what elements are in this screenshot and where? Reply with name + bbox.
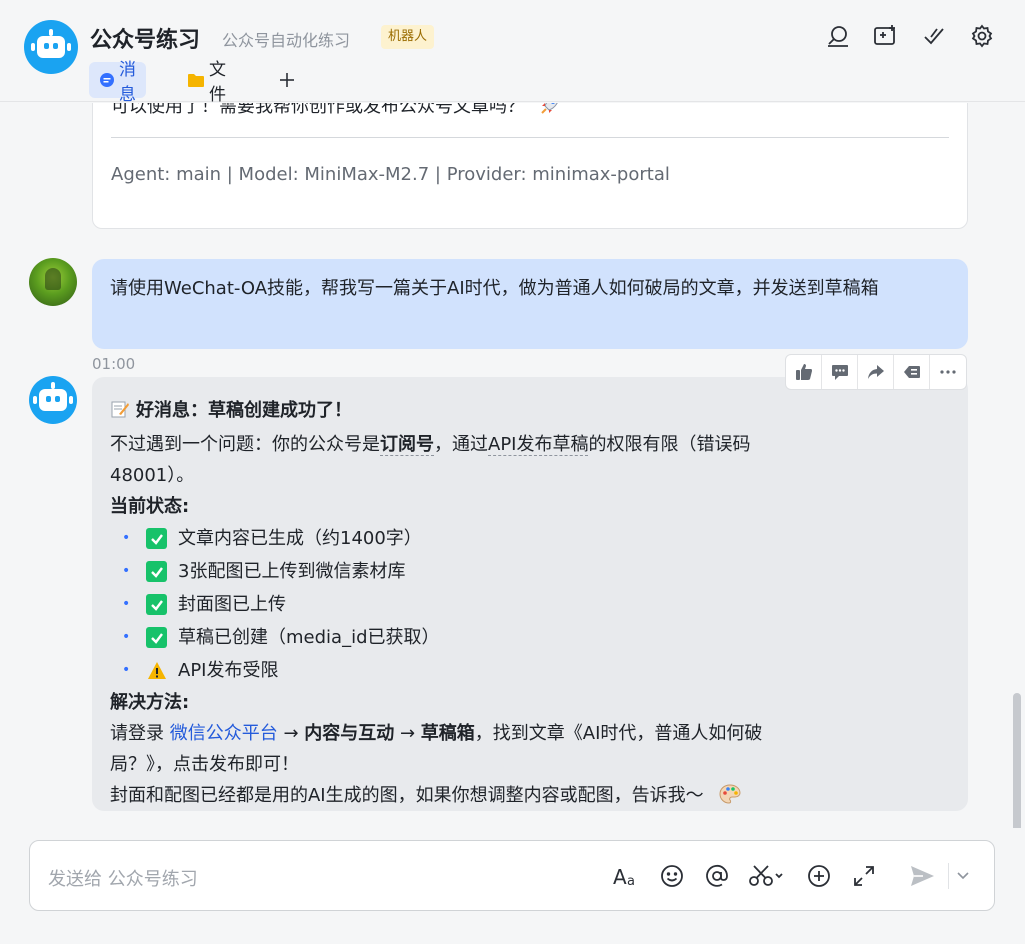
- headline: 好消息：草稿创建成功了！: [110, 395, 950, 429]
- plus-circle-icon[interactable]: [804, 861, 834, 891]
- send-divider: [948, 863, 949, 889]
- svg-text:a: a: [627, 874, 635, 888]
- add-tab-button[interactable]: [274, 62, 300, 98]
- expand-icon[interactable]: [849, 861, 879, 891]
- format-icon[interactable]: Aa: [611, 861, 641, 891]
- check-icon: [146, 528, 167, 549]
- emoji-icon[interactable]: [657, 861, 687, 891]
- forward-icon[interactable]: [894, 355, 930, 389]
- scissors-icon[interactable]: [747, 861, 787, 891]
- warning-icon: [146, 660, 167, 681]
- check-icon: [146, 561, 167, 582]
- tab-messages-label: 消息: [119, 60, 136, 105]
- solution-line: 请登录 微信公众平台 → 内容与互动 → 草稿箱，找到文章《AI时代，普通人如何…: [110, 723, 763, 744]
- checkmark-icon[interactable]: [920, 22, 948, 50]
- palette-icon: [719, 783, 741, 814]
- message-list[interactable]: 可以使用了！需要我帮你创作或发布公众号文章吗？ Agent: main | Mo…: [0, 103, 1025, 828]
- message-text: 可以使用了！需要我帮你创作或发布公众号文章吗？: [111, 103, 561, 121]
- check-icon: [146, 594, 167, 615]
- bot-message-bubble[interactable]: 好消息：草稿创建成功了！ 不过遇到一个问题：你的公众号是订阅号，通过API发布草…: [92, 377, 968, 811]
- add-window-icon[interactable]: [872, 22, 900, 50]
- solution-title: 解决方法:: [110, 692, 190, 713]
- tab-messages[interactable]: 消息: [89, 60, 146, 105]
- divider: [111, 137, 949, 138]
- check-icon: [146, 627, 167, 648]
- status-item: • 3张配图已上传到微信素材库: [122, 561, 406, 582]
- chat-title[interactable]: 公众号练习: [90, 22, 200, 54]
- chat-header: 公众号练习 公众号自动化练习 机器人 消息 文件: [0, 0, 1025, 105]
- share-icon[interactable]: [858, 355, 894, 389]
- rocket-icon: [539, 103, 561, 121]
- message-toolbar: [785, 354, 967, 390]
- robot-icon: [33, 382, 73, 411]
- tab-files[interactable]: 文件: [177, 60, 236, 105]
- previous-message-card: 可以使用了！需要我帮你创作或发布公众号文章吗？ Agent: main | Mo…: [92, 103, 968, 229]
- bot-badge: 机器人: [381, 25, 435, 49]
- svg-text:A: A: [613, 865, 627, 888]
- bot-avatar[interactable]: [29, 376, 77, 424]
- message-timestamp: 01:00: [92, 355, 136, 373]
- message-footer: Agent: main | Model: MiniMax-M2.7 | Prov…: [111, 164, 670, 185]
- status-item: • 文章内容已生成（约1400字）: [122, 528, 422, 549]
- chat-bubble-icon: [99, 72, 115, 88]
- search-icon[interactable]: [824, 22, 852, 50]
- send-icon[interactable]: [907, 861, 937, 891]
- closing-line: 封面和配图已经都是用的AI生成的图，如果你想调整内容或配图，告诉我～: [110, 780, 950, 814]
- chat-subtitle: 公众号自动化练习: [222, 31, 351, 50]
- problem-line: 不过遇到一个问题：你的公众号是订阅号，通过API发布草稿的权限有限（错误码: [110, 434, 751, 456]
- scrollbar[interactable]: [1013, 693, 1021, 828]
- status-item: • 封面图已上传: [122, 594, 286, 615]
- gear-icon[interactable]: [968, 22, 996, 50]
- status-item: • API发布受限: [122, 660, 279, 681]
- message-input[interactable]: 发送给 公众号练习: [48, 865, 198, 891]
- status-item: • 草稿已创建（media_id已获取）: [122, 627, 440, 648]
- robot-icon: [31, 29, 71, 58]
- user-message-bubble[interactable]: 请使用WeChat-OA技能，帮我写一篇关于AI时代，做为普通人如何破局的文章，…: [92, 259, 968, 349]
- thumbs-up-icon[interactable]: [786, 355, 822, 389]
- message-input-box[interactable]: 发送给 公众号练习 Aa: [29, 840, 995, 911]
- status-title: 当前状态:: [110, 496, 190, 517]
- folder-icon: [187, 73, 205, 88]
- user-message-text: 请使用WeChat-OA技能，帮我写一篇关于AI时代，做为普通人如何破局的文章，…: [110, 278, 879, 299]
- problem-line-2: 48001）。: [110, 465, 195, 486]
- memo-icon: [110, 398, 130, 429]
- user-avatar[interactable]: [29, 258, 77, 306]
- more-icon[interactable]: [930, 355, 966, 389]
- mention-icon[interactable]: [702, 861, 732, 891]
- chevron-down-icon[interactable]: [952, 861, 974, 891]
- wechat-platform-link[interactable]: 微信公众平台: [170, 723, 278, 744]
- solution-line-2: 局？》，点击发布即可！: [110, 754, 299, 775]
- comment-icon[interactable]: [822, 355, 858, 389]
- bot-avatar[interactable]: [24, 20, 78, 74]
- tab-files-label: 文件: [209, 60, 226, 105]
